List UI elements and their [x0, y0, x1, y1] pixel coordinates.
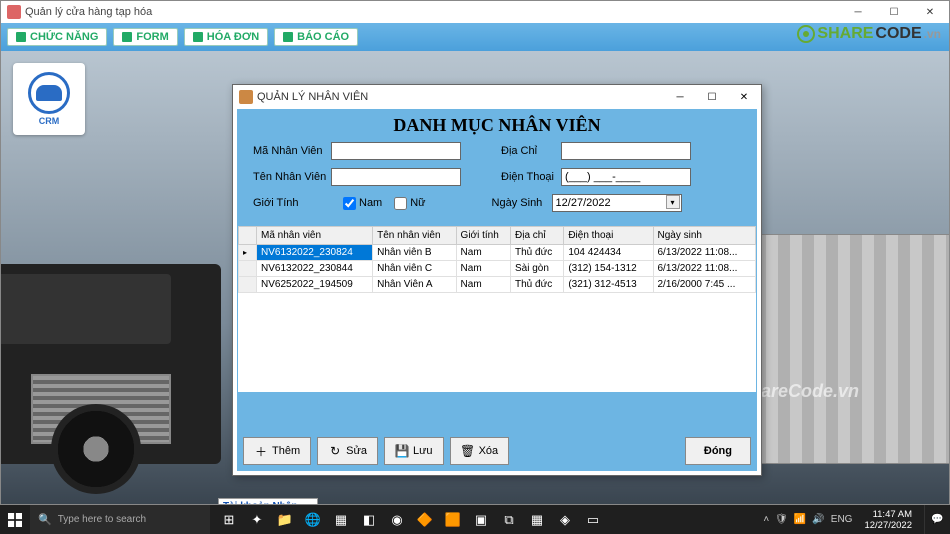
search-icon: 🔍 — [38, 513, 52, 526]
tray-chevron-icon[interactable]: ˄ — [763, 514, 769, 525]
table-row[interactable]: NV6132022_230824Nhân viên BNamThủ đức104… — [239, 245, 756, 261]
label-dienthoai: Điện Thoại — [501, 171, 561, 183]
menu-hoa-don[interactable]: HÓA ĐƠN — [184, 28, 268, 46]
close-dialog-button[interactable]: Đóng — [685, 437, 751, 465]
taskbar-app-7[interactable]: ▣ — [468, 505, 494, 534]
brand-logo: SHARECODE.vn — [797, 25, 941, 43]
menu-icon — [122, 32, 132, 42]
col-ns[interactable]: Ngày sinh — [653, 227, 756, 245]
col-gt[interactable]: Giới tính — [456, 227, 510, 245]
taskbar-vscode-icon[interactable]: ⧉ — [496, 505, 522, 534]
search-box[interactable]: 🔍 Type here to search — [30, 505, 210, 534]
app-icon — [7, 5, 21, 19]
input-dien-thoai[interactable] — [561, 168, 691, 186]
edit-button[interactable]: ↻Sửa — [317, 437, 378, 465]
input-ma-nhan-vien[interactable] — [331, 142, 461, 160]
col-dt[interactable]: Điện thoại — [564, 227, 653, 245]
dialog-title: QUẢN LÝ NHÂN VIÊN — [257, 91, 368, 103]
tray-lang[interactable]: ENG — [831, 514, 853, 525]
start-button[interactable] — [0, 505, 30, 534]
maximize-button[interactable]: ☐ — [876, 2, 912, 22]
add-button[interactable]: ＋Thêm — [243, 437, 311, 465]
notification-button[interactable]: 💬 — [924, 505, 950, 534]
refresh-icon: ↻ — [328, 444, 342, 458]
taskbar-app-9[interactable]: ▭ — [580, 505, 606, 534]
col-ten[interactable]: Tên nhân viên — [373, 227, 456, 245]
table-row[interactable]: NV6252022_194509Nhân Viên ANamThủ đức(32… — [239, 277, 756, 293]
minimize-button[interactable]: ─ — [840, 2, 876, 22]
taskbar-vs-icon[interactable]: ◈ — [552, 505, 578, 534]
tray-shield-icon[interactable]: 🛡 — [775, 514, 788, 525]
label-ma: Mã Nhân Viên — [253, 145, 331, 157]
label-ten: Tên Nhân Viên — [253, 171, 331, 183]
dialog-icon — [239, 90, 253, 104]
employee-dialog: QUẢN LÝ NHÂN VIÊN ─ ☐ ✕ DANH MỤC NHÂN VI… — [232, 84, 762, 476]
save-button[interactable]: 💾Lưu — [384, 437, 444, 465]
label-ngaysinh: Ngày Sinh — [492, 197, 552, 209]
input-ngay-sinh[interactable] — [552, 194, 682, 212]
taskbar-app-6[interactable]: 🟧 — [440, 505, 466, 534]
windows-icon — [8, 513, 22, 527]
dialog-minimize-button[interactable]: ─ — [664, 86, 696, 108]
dialog-maximize-button[interactable]: ☐ — [696, 86, 728, 108]
taskbar-clock[interactable]: 11:47 AM 12/27/2022 — [858, 509, 918, 531]
label-diachi: Địa Chỉ — [501, 145, 561, 157]
input-ten-nhan-vien[interactable] — [331, 168, 461, 186]
taskbar-chrome-icon[interactable]: ◉ — [384, 505, 410, 534]
checkbox-nu[interactable] — [394, 197, 407, 210]
plus-icon: ＋ — [254, 444, 268, 458]
brand-icon — [797, 25, 815, 43]
save-icon: 💾 — [395, 444, 409, 458]
taskbar-app-5[interactable]: 🔶 — [412, 505, 438, 534]
crm-logo[interactable]: CRM — [13, 63, 85, 135]
trash-icon: 🗑 — [461, 444, 475, 458]
main-titlebar[interactable]: Quản lý cửa hàng tạp hóa — [1, 1, 949, 23]
taskbar-app-8[interactable]: ▦ — [524, 505, 550, 534]
app-title: Quản lý cửa hàng tạp hóa — [25, 6, 152, 18]
menu-icon — [16, 32, 26, 42]
close-button[interactable]: ✕ — [912, 2, 948, 22]
menubar: CHỨC NĂNG FORM HÓA ĐƠN BÁO CÁO SHARECODE… — [1, 23, 949, 51]
taskview-icon[interactable]: ⊞ — [216, 505, 242, 534]
tray-volume-icon[interactable]: 🔊 — [812, 514, 824, 525]
dialog-heading: DANH MỤC NHÂN VIÊN — [237, 109, 757, 140]
delete-button[interactable]: 🗑Xóa — [450, 437, 510, 465]
taskbar: 🔍 Type here to search ⊞ ✦ 📁 🌐 ▦ ◧ ◉ 🔶 🟧 … — [0, 505, 950, 534]
taskbar-app-2[interactable]: 📁 — [272, 505, 298, 534]
col-ma[interactable]: Mã nhân viên — [257, 227, 373, 245]
employee-grid[interactable]: Mã nhân viên Tên nhân viên Giới tính Địa… — [238, 226, 756, 392]
input-dia-chi[interactable] — [561, 142, 691, 160]
taskbar-app-1[interactable]: ✦ — [244, 505, 270, 534]
menu-form[interactable]: FORM — [113, 28, 177, 46]
dialog-close-button[interactable]: ✕ — [728, 86, 760, 108]
taskbar-app-4[interactable]: ◧ — [356, 505, 382, 534]
col-dc[interactable]: Địa chỉ — [511, 227, 564, 245]
label-gioitinh: Giới Tính — [253, 197, 331, 209]
taskbar-app-3[interactable]: ▦ — [328, 505, 354, 534]
menu-chuc-nang[interactable]: CHỨC NĂNG — [7, 28, 107, 46]
menu-icon — [283, 32, 293, 42]
table-row[interactable]: NV6132022_230844Nhân viên CNamSài gòn(31… — [239, 261, 756, 277]
menu-icon — [193, 32, 203, 42]
checkbox-nam[interactable] — [343, 197, 356, 210]
menu-bao-cao[interactable]: BÁO CÁO — [274, 28, 358, 46]
search-placeholder: Type here to search — [58, 514, 146, 525]
tray-wifi-icon[interactable]: 📶 — [794, 514, 806, 525]
taskbar-edge-icon[interactable]: 🌐 — [300, 505, 326, 534]
tai-khoan-button[interactable]: Tài khoản Nhân viên — [218, 498, 318, 504]
calendar-icon[interactable]: ▾ — [666, 195, 680, 209]
